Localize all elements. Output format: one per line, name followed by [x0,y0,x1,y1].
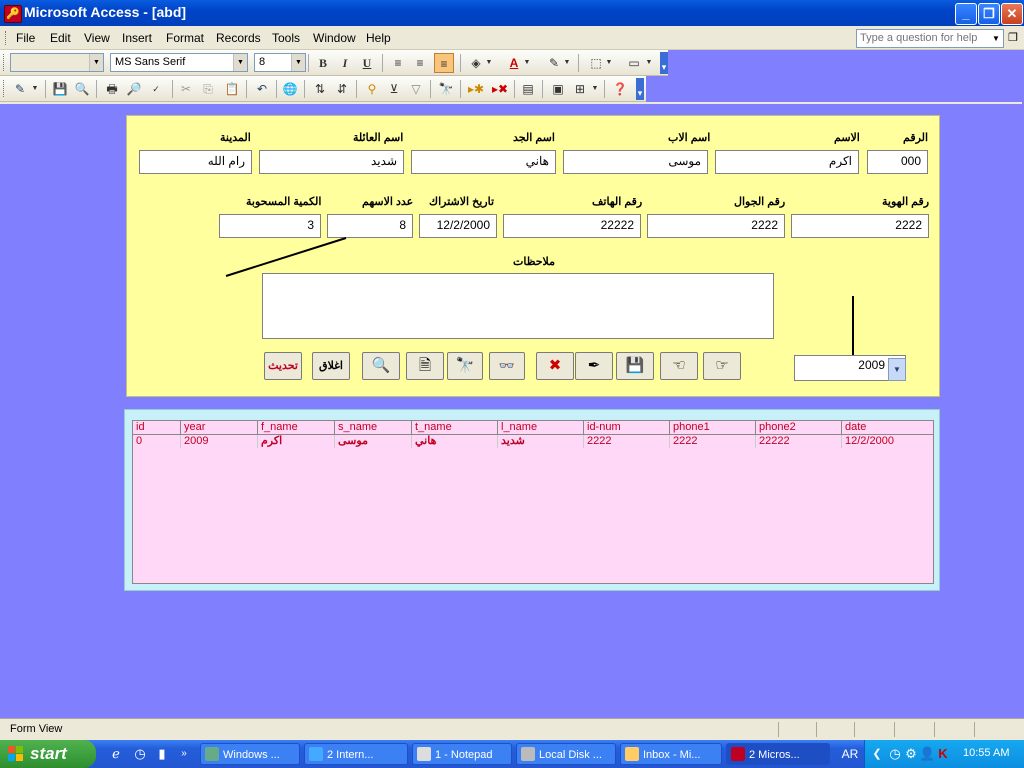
clock[interactable]: 10:55 AM [963,747,1009,759]
access-task-icon [731,747,745,761]
media-quicklaunch-icon[interactable]: ▮ [154,746,170,762]
status-cell [974,722,1015,737]
status-text: Form View [10,723,63,735]
find-binoculars-button[interactable]: 🔭 [447,352,483,380]
tray-people-icon[interactable]: 👤 [919,746,935,762]
grid-header-row: id year f_name s_name t_name l_name id-n… [133,421,933,435]
col-header-phone2[interactable]: phone2 [756,421,842,434]
records-grid[interactable]: id year f_name s_name t_name l_name id-n… [132,420,934,584]
taskbar: start ℯ ◷ ▮ » Windows ... 2 Intern... 1 … [0,740,1024,768]
tray-network-icon[interactable]: ⚙ [903,746,919,762]
delete-record-button[interactable]: ✖ [536,352,574,380]
quicklaunch-more-icon[interactable]: » [176,746,192,762]
status-cell [816,722,853,737]
col-header-date[interactable]: date [842,421,933,434]
status-cell [894,722,931,737]
language-indicator[interactable]: AR [838,740,862,768]
col-header-id-num[interactable]: id-num [584,421,670,434]
close-form-button[interactable]: اغلاق [312,352,350,380]
next-record-button[interactable]: ☞ [703,352,741,380]
ie-quicklaunch-icon[interactable]: ℯ [108,746,124,762]
update-button[interactable]: تحديث [264,352,302,380]
chevron-down-icon[interactable]: ▼ [888,358,906,381]
outlook-task-icon [625,747,639,761]
tray-clock-app-icon[interactable]: ◷ [887,746,903,762]
windows-task-icon [205,747,219,761]
cell-date[interactable]: 12/2/2000 [842,435,933,448]
previous-record-button[interactable]: ☜ [660,352,698,380]
col-header-f-name[interactable]: f_name [258,421,335,434]
cell-id-num[interactable]: 2222 [584,435,670,448]
cell-l-name[interactable]: شديد [498,435,584,448]
status-cell [854,722,891,737]
col-header-l-name[interactable]: l_name [498,421,584,434]
edit-pen-button[interactable]: ✒ [575,352,613,380]
cell-t-name[interactable]: هاني [412,435,498,448]
notepad-task-icon [417,747,431,761]
status-bar: Form View [0,718,1024,741]
start-button[interactable]: start [0,740,96,768]
task-windows[interactable]: Windows ... [200,743,300,765]
search-button[interactable]: 🔍 [362,352,400,380]
task-access[interactable]: 2 Micros... [726,743,830,765]
col-header-year[interactable]: year [181,421,258,434]
cell-s-name[interactable]: موسى [335,435,412,448]
start-label: start [30,744,67,763]
ie-task-icon [309,747,323,761]
find-next-button[interactable]: 👓 [489,352,525,380]
col-header-phone1[interactable]: phone1 [670,421,756,434]
cell-year[interactable]: 2009 [181,435,258,448]
cell-id[interactable]: 0 [133,435,181,448]
system-tray: ❮ ◷ ⚙ 👤 K 10:55 AM [864,740,1024,768]
col-header-s-name[interactable]: s_name [335,421,412,434]
col-header-id[interactable]: id [133,421,181,434]
windows-flag-icon [8,746,23,761]
disk-task-icon [521,747,535,761]
task-inbox[interactable]: Inbox - Mi... [620,743,722,765]
form-drawn-lines [225,237,854,358]
status-cell [934,722,971,737]
task-notepad[interactable]: 1 - Notepad [412,743,512,765]
preview-button[interactable]: 🗎 [406,352,444,380]
tray-antivirus-icon[interactable]: K [935,746,951,762]
status-cell [778,722,815,737]
col-header-t-name[interactable]: t_name [412,421,498,434]
outlook-quicklaunch-icon[interactable]: ◷ [132,746,148,762]
cell-f-name[interactable]: اكرم [258,435,335,448]
cell-phone1[interactable]: 2222 [670,435,756,448]
save-record-button[interactable]: 💾 [616,352,654,380]
cell-phone2[interactable]: 22222 [756,435,842,448]
task-local-disk[interactable]: Local Disk ... [516,743,616,765]
table-row[interactable]: 0 2009 اكرم موسى هاني شديد 2222 2222 222… [133,435,933,448]
tray-expand-icon[interactable]: ❮ [869,746,885,762]
task-internet[interactable]: 2 Intern... [304,743,408,765]
